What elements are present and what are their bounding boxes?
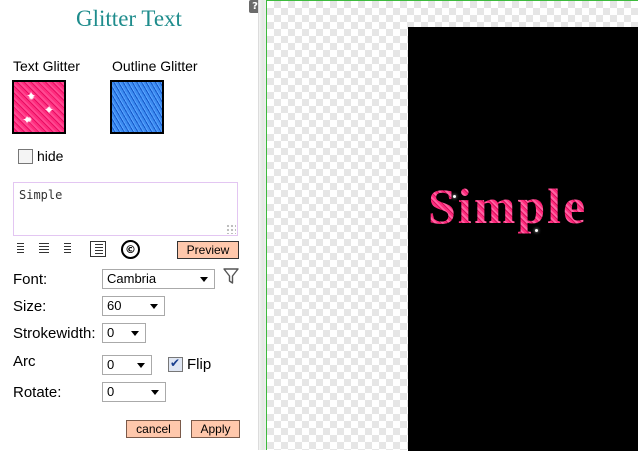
chevron-down-icon: [137, 363, 145, 368]
strokewidth-select[interactable]: 0: [102, 323, 146, 343]
align-left-icon[interactable]: [15, 241, 29, 255]
flip-option[interactable]: Flip: [168, 355, 211, 373]
strokewidth-label: Strokewidth:: [13, 325, 96, 342]
size-value: 60: [107, 298, 122, 313]
text-glitter-swatch[interactable]: ✦ ✦ ✦: [12, 80, 66, 134]
text-glitter-label: Text Glitter: [13, 58, 80, 74]
font-select[interactable]: Cambria: [102, 269, 215, 289]
sparkle-icon: [453, 195, 456, 198]
rotate-select[interactable]: 0: [102, 382, 166, 402]
align-center-icon[interactable]: [37, 241, 51, 255]
rotate-value: 0: [107, 384, 115, 399]
text-canvas: Simple: [408, 27, 638, 451]
text-input[interactable]: Simple: [13, 182, 238, 236]
glitter-text-preview: Simple: [428, 178, 588, 234]
flip-label: Flip: [187, 355, 212, 373]
outline-glitter-label: Outline Glitter: [112, 58, 198, 74]
align-right-icon[interactable]: [59, 241, 73, 255]
sparkle-icon: ✦: [22, 113, 33, 127]
arc-label: Arc: [13, 353, 36, 370]
preview-button[interactable]: Preview: [177, 241, 239, 259]
sparkle-icon: [535, 229, 538, 232]
outline-glitter-swatch[interactable]: [110, 80, 164, 134]
cancel-button[interactable]: cancel: [126, 420, 181, 438]
hide-option[interactable]: hide: [18, 147, 63, 164]
hide-label: hide: [37, 148, 64, 165]
resize-grip-icon[interactable]: [226, 224, 236, 234]
chevron-down-icon: [151, 390, 159, 395]
size-label: Size:: [13, 298, 47, 315]
arc-value: 0: [107, 357, 115, 372]
sparkle-icon: ✦: [44, 103, 55, 117]
glitter-panel: ? Glitter Text Text Glitter Outline Glit…: [0, 0, 261, 450]
flip-checkbox[interactable]: [168, 356, 183, 372]
chevron-down-icon: [200, 277, 208, 282]
rotate-label: Rotate:: [13, 384, 62, 401]
panel-title: Glitter Text: [76, 6, 182, 31]
font-label: Font:: [13, 271, 48, 288]
filter-icon[interactable]: [223, 267, 239, 285]
copyright-icon[interactable]: ©: [121, 240, 140, 259]
chevron-down-icon: [131, 331, 139, 336]
list-icon[interactable]: [90, 241, 106, 257]
arc-select[interactable]: 0: [102, 355, 152, 375]
hide-checkbox[interactable]: [18, 148, 33, 164]
font-value: Cambria: [107, 271, 157, 286]
size-select[interactable]: 60: [102, 296, 165, 316]
transparent-canvas: Simple: [266, 0, 638, 451]
chevron-down-icon: [150, 304, 158, 309]
sparkle-icon: ✦: [26, 89, 37, 103]
apply-button[interactable]: Apply: [191, 420, 240, 438]
strokewidth-value: 0: [107, 325, 115, 340]
